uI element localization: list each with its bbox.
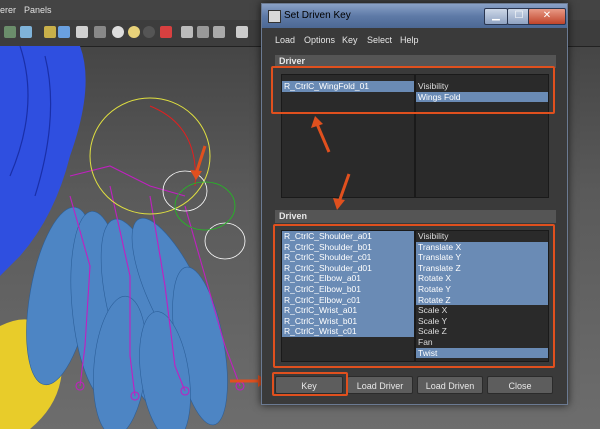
driven-object-item[interactable]: R_CtrlC_Wrist_c01 [282,326,414,337]
driven-attribute-item[interactable]: Scale X [416,305,548,316]
driven-object-list[interactable]: R_CtrlC_Shoulder_a01 R_CtrlC_Shoulder_b01… [281,230,415,362]
driven-object-item[interactable]: R_CtrlC_Wrist_a01 [282,305,414,316]
driver-attribute-item[interactable]: Wings Fold [416,91,548,103]
maya-menu-item[interactable]: Panels [24,5,52,15]
minimize-button[interactable]: ▁ [484,8,508,25]
menu-help[interactable]: Help [400,35,419,45]
menu-options[interactable]: Options [304,35,335,45]
driver-object-list[interactable]: R_CtrlC_WingFold_01 [281,74,415,198]
window-titlebar[interactable]: Set Driven Key ▁ ☐ ✕ [262,4,567,28]
driven-attribute-item[interactable]: Scale Z [416,326,548,337]
load-driven-button[interactable]: Load Driven [417,376,483,394]
smooth-icon[interactable] [213,26,225,38]
driven-attribute-item[interactable]: Rotate Y [416,283,548,295]
maya-menu-item[interactable]: erer [0,5,16,15]
close-window-button[interactable]: ✕ [528,8,566,25]
driven-attribute-item[interactable]: Translate X [416,241,548,253]
driver-attribute-item[interactable]: Visibility [416,81,548,92]
driven-object-item[interactable]: R_CtrlC_Shoulder_b01 [282,241,414,253]
resolution-gate-icon[interactable] [236,26,248,38]
light-icon[interactable] [128,26,140,38]
driven-attribute-list[interactable]: Visibility Translate X Translate Y Translat… [415,230,549,362]
driven-attribute-item[interactable]: Rotate Z [416,294,548,306]
shadow-icon[interactable] [143,26,155,38]
checker-icon[interactable] [94,26,106,38]
driven-object-item[interactable]: R_CtrlC_Shoulder_c01 [282,252,414,263]
app-icon [268,10,281,23]
camera-icon[interactable] [44,26,56,38]
driver-header[interactable]: Driver [275,55,556,68]
close-button[interactable]: Close [487,376,553,394]
driven-attribute-item[interactable]: Scale Y [416,316,548,327]
driven-object-item[interactable]: R_CtrlC_Shoulder_d01 [282,262,414,274]
menu-select[interactable]: Select [367,35,392,45]
driver-object-item[interactable]: R_CtrlC_WingFold_01 [282,81,414,92]
driven-attribute-item[interactable]: Visibility [416,231,548,242]
isolate-icon[interactable] [160,26,172,38]
driven-attribute-item[interactable]: Rotate X [416,273,548,284]
driven-object-item[interactable]: R_CtrlC_Elbow_a01 [282,273,414,284]
set-driven-key-window: Set Driven Key ▁ ☐ ✕ Load Options Key Se… [261,3,568,405]
driven-object-item[interactable]: R_CtrlC_Elbow_b01 [282,283,414,295]
grid-icon[interactable] [76,26,88,38]
cube-icon[interactable] [58,26,70,38]
driven-header[interactable]: Driven [275,210,556,223]
driver-attribute-list[interactable]: Visibility Wings Fold [415,74,549,198]
driven-object-item[interactable]: R_CtrlC_Shoulder_a01 [282,231,414,242]
menu-load[interactable]: Load [275,35,295,45]
driven-attribute-item[interactable]: Twist [416,347,548,359]
layout-icon[interactable] [20,26,32,38]
panel-layout-icon[interactable] [4,26,16,38]
driven-attribute-item[interactable]: Translate Y [416,252,548,263]
menu-key[interactable]: Key [342,35,358,45]
driven-attribute-item[interactable]: Fan [416,337,548,348]
driven-object-item[interactable]: R_CtrlC_Wrist_b01 [282,315,414,327]
window-title: Set Driven Key [284,10,351,21]
driven-attribute-item[interactable]: Translate Z [416,262,548,274]
wireframe-icon[interactable] [197,26,209,38]
sphere-icon[interactable] [112,26,124,38]
key-button[interactable]: Key [275,376,343,394]
load-driver-button[interactable]: Load Driver [347,376,413,394]
xray-icon[interactable] [181,26,193,38]
driven-object-item[interactable]: R_CtrlC_Elbow_c01 [282,294,414,306]
menubar: Load Options Key Select Help [262,32,567,48]
